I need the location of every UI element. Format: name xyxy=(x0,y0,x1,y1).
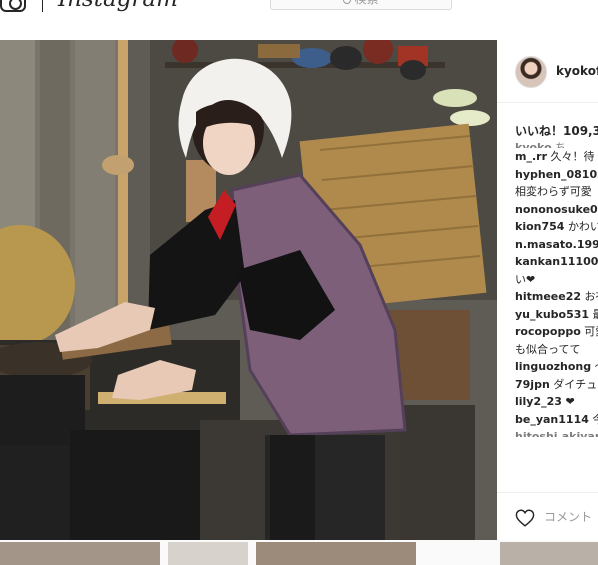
comment-text: も似合ってて xyxy=(515,342,581,356)
thumbnail[interactable] xyxy=(168,542,248,565)
comment-row: hyphen_08103 xyxy=(515,166,598,184)
instagram-logo[interactable]: Instagram xyxy=(58,0,178,12)
comment-row: lily2_23 ❤ xyxy=(515,393,598,411)
search-input[interactable]: 検索 xyxy=(270,0,452,10)
search-icon xyxy=(343,0,352,4)
nav-divider xyxy=(42,0,43,12)
comment-row: be_yan1114 今 xyxy=(515,411,598,429)
post-side-panel: kyokofu いいね！109,37 kyoko ち…m_.rr 久々！待hyp… xyxy=(497,40,598,540)
comment-row: yu_kubo531 最 xyxy=(515,306,598,324)
comments-list: kyoko ち… m_.rr 久々！待 hyphen_08103 相変わらず可愛 no… xyxy=(515,139,598,437)
thumbnail[interactable] xyxy=(0,542,160,565)
comment-username[interactable]: hitoshi.akiyama xyxy=(515,430,598,437)
comment-username[interactable]: hyphen_08103 xyxy=(515,168,598,181)
thumbnail[interactable] xyxy=(256,542,416,565)
comment-text: 久々！待 xyxy=(550,150,595,163)
comment-username[interactable]: hitmeee22 xyxy=(515,290,581,303)
search-placeholder: 検索 xyxy=(354,0,378,6)
comment-username[interactable]: m_.rr xyxy=(515,150,547,163)
comment-row: linguozhong 〜 xyxy=(515,358,598,376)
comment-username[interactable]: kyoko xyxy=(515,141,552,148)
comment-username[interactable]: linguozhong xyxy=(515,360,591,373)
comment-text: 可愛 xyxy=(584,325,598,338)
top-navigation-bar: Instagram 検索 xyxy=(0,0,598,41)
camera-icon[interactable] xyxy=(0,0,26,12)
comment-username[interactable]: lily2_23 xyxy=(515,395,562,408)
comment-row: rocopoppo 可愛 xyxy=(515,323,598,341)
avatar[interactable] xyxy=(515,56,547,88)
post-photo-image xyxy=(0,40,497,540)
comment-username[interactable]: yu_kubo531 xyxy=(515,308,589,321)
comment-row: hitoshi.akiyama xyxy=(515,428,598,437)
post-photo[interactable] xyxy=(0,40,497,540)
comment-username[interactable]: kankan111007 xyxy=(515,255,598,268)
comment-row: nononosuke05 xyxy=(515,201,598,219)
likes-count[interactable]: いいね！109,37 xyxy=(515,122,598,139)
comment-row: も似合ってて xyxy=(515,341,598,359)
comment-row: hitmeee22 お衣 xyxy=(515,288,598,306)
post-header: kyokofu xyxy=(497,40,598,103)
comment-username[interactable]: be_yan1114 xyxy=(515,413,589,426)
comment-row: m_.rr 久々！待 xyxy=(515,148,598,166)
comment-row: kyoko ち… xyxy=(515,139,598,148)
comment-row: kion754 かわい xyxy=(515,218,598,236)
post-username[interactable]: kyokofu xyxy=(556,64,598,78)
comment-text: ダイチュ xyxy=(553,377,598,391)
comment-username[interactable]: rocopoppo xyxy=(515,325,581,338)
comment-row: 79jpn ダイチュ xyxy=(515,376,598,394)
comment-text: 〜 xyxy=(595,360,598,373)
comment-row: n.masato.1999 xyxy=(515,236,598,254)
comment-text: かわい xyxy=(567,220,598,233)
comment-text: 今 xyxy=(592,412,598,426)
more-posts-strip xyxy=(0,540,598,565)
comment-text: 相変わらず可愛 xyxy=(515,185,592,198)
thumbnail[interactable] xyxy=(500,542,598,565)
add-comment-input[interactable]: コメント xyxy=(544,508,592,525)
comment-text: 最 xyxy=(593,308,598,321)
comment-username[interactable]: kion754 xyxy=(515,220,564,233)
comment-text: ❤ xyxy=(565,395,575,408)
comment-username[interactable]: n.masato.1999 xyxy=(515,238,598,251)
comment-text: い❤ xyxy=(515,272,536,286)
comment-row: 相変わらず可愛 xyxy=(515,183,598,201)
comment-text: ち… xyxy=(555,141,578,148)
comment-text: お衣 xyxy=(584,290,598,303)
comment-row: kankan111007 xyxy=(515,253,598,271)
comment-row: い❤ xyxy=(515,271,598,289)
heart-icon[interactable] xyxy=(515,509,535,527)
comment-username[interactable]: 79jpn xyxy=(515,378,550,391)
comment-username[interactable]: nononosuke05 xyxy=(515,203,598,216)
post-actions: コメント xyxy=(497,492,598,540)
